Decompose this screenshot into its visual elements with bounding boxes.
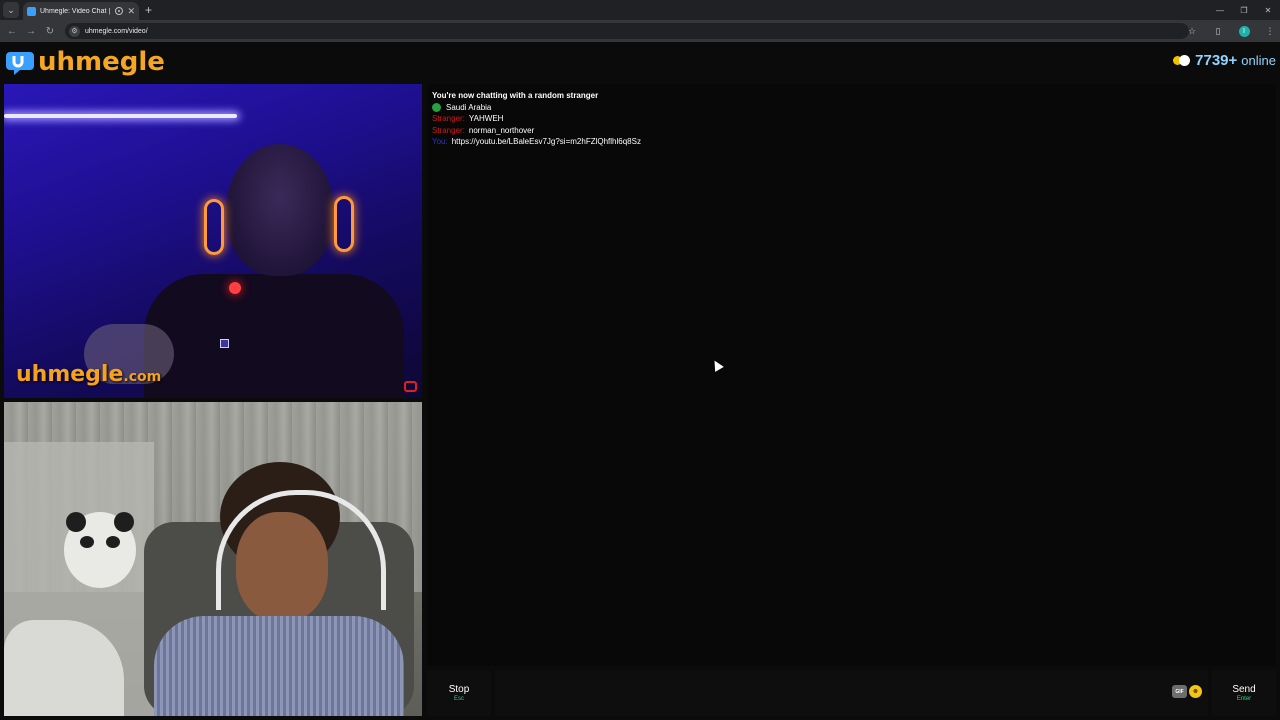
red-light bbox=[229, 282, 241, 294]
arrow-right-icon[interactable]: → bbox=[22, 22, 40, 40]
stop-button[interactable]: Stop Esc bbox=[427, 670, 491, 716]
stop-label: Stop bbox=[448, 684, 470, 695]
site-info-icon[interactable]: ⚙ bbox=[69, 25, 80, 37]
address-bar[interactable]: ⚙ uhmegle.com/video/ bbox=[65, 23, 1189, 39]
profile-avatar[interactable]: I bbox=[1234, 21, 1254, 41]
send-label: Send bbox=[1232, 684, 1256, 695]
panda-eye bbox=[106, 536, 120, 548]
message-link[interactable]: https://youtu.be/LBaleEsv7Jg?si=m2hFZlQh… bbox=[452, 136, 641, 148]
stranger-head bbox=[226, 144, 334, 276]
self-body bbox=[154, 616, 404, 716]
panda-ear bbox=[66, 512, 86, 532]
chat-message: You: https://youtu.be/LBaleEsv7Jg?si=m2h… bbox=[432, 136, 641, 148]
online-count: 7739+ bbox=[1195, 52, 1238, 69]
message-text: norman_northover bbox=[468, 125, 535, 135]
audio-recording-icon[interactable] bbox=[115, 7, 124, 15]
message-text: YAHWEH bbox=[468, 114, 504, 123]
star-icon[interactable]: ☆ bbox=[1182, 21, 1202, 41]
headset-right-cup bbox=[334, 196, 354, 252]
chat-log[interactable]: You're now chatting with a random strang… bbox=[427, 84, 1276, 666]
arrow-left-icon[interactable]: ← bbox=[3, 22, 21, 40]
minimize-icon[interactable]: — bbox=[1208, 0, 1232, 20]
chat-message: Stranger: YAHWEH bbox=[432, 113, 641, 125]
logo-chat-bubble-icon bbox=[6, 52, 34, 75]
browser-tab[interactable]: Uhmegle: Video Chat | Onl ✕ bbox=[23, 2, 139, 20]
send-key-hint: Enter bbox=[1236, 696, 1252, 702]
gif-button[interactable]: GIF bbox=[1172, 685, 1187, 698]
chevron-down-icon[interactable]: ⌄ bbox=[3, 2, 19, 18]
toolbar-actions: ☆ ▯ I ⋮ bbox=[1176, 20, 1280, 42]
send-button[interactable]: Send Enter bbox=[1212, 670, 1276, 716]
close-tab-icon[interactable]: ✕ bbox=[127, 6, 135, 16]
online-label: online bbox=[1241, 53, 1276, 68]
site-favicon-icon bbox=[27, 6, 36, 16]
tab-title: Uhmegle: Video Chat | Onl bbox=[40, 7, 111, 15]
online-counter: 7739+ online bbox=[1173, 52, 1276, 69]
message-sender: Stranger: bbox=[432, 125, 465, 135]
message-sender: You: bbox=[432, 137, 448, 146]
site-header: uhmegle 7739+ online bbox=[0, 42, 1280, 82]
country-name: Saudi Arabia bbox=[446, 102, 492, 112]
close-window-icon[interactable]: ✕ bbox=[1256, 0, 1280, 20]
window-controls: — ❐ ✕ bbox=[1208, 0, 1280, 20]
message-input[interactable] bbox=[495, 670, 1208, 716]
chat-status: You're now chatting with a random strang… bbox=[432, 91, 599, 100]
logo-text: uhmegle bbox=[38, 47, 165, 77]
self-video bbox=[4, 402, 422, 716]
chat-lines: You're now chatting with a random strang… bbox=[432, 90, 641, 148]
puzzle-icon[interactable]: ▯ bbox=[1208, 21, 1228, 41]
neon-light-strip bbox=[4, 114, 237, 118]
message-sender: Stranger: bbox=[432, 114, 465, 123]
emoji-icon[interactable]: ☻ bbox=[1189, 685, 1202, 698]
chat-controls: Stop Esc GIF ☻ Send Enter bbox=[427, 670, 1276, 716]
video-watermark: uhmegle.com bbox=[16, 362, 162, 387]
stranger-video: uhmegle.com bbox=[4, 84, 422, 398]
online-dot-icon bbox=[1179, 55, 1191, 66]
url-text[interactable]: uhmegle.com/video/ bbox=[85, 28, 148, 35]
panda-eye bbox=[80, 536, 94, 548]
chat-message: Stranger: norman_northover bbox=[432, 125, 641, 137]
overlay-square-icon bbox=[220, 339, 229, 348]
new-tab-icon[interactable]: + bbox=[145, 4, 152, 16]
browser-tab-strip: ⌄ Uhmegle: Video Chat | Onl ✕ + — ❐ ✕ bbox=[0, 0, 1280, 20]
report-flag-icon[interactable] bbox=[404, 381, 417, 392]
mouse-pointer-icon bbox=[710, 358, 724, 372]
kebab-menu-icon[interactable]: ⋮ bbox=[1260, 21, 1280, 41]
stranger-country: Saudi Arabia bbox=[432, 102, 641, 114]
headset-left-cup bbox=[204, 199, 224, 255]
country-flag-icon bbox=[432, 102, 441, 112]
stop-key-hint: Esc bbox=[453, 696, 464, 702]
restore-icon[interactable]: ❐ bbox=[1232, 0, 1256, 20]
site-logo[interactable]: uhmegle bbox=[6, 46, 165, 78]
stranger-body bbox=[144, 274, 404, 398]
browser-toolbar: ← → ↻ ⚙ uhmegle.com/video/ ☆ ▯ I ⋮ bbox=[0, 20, 1280, 42]
panda-ear bbox=[114, 512, 134, 532]
reload-icon[interactable]: ↻ bbox=[41, 22, 59, 40]
